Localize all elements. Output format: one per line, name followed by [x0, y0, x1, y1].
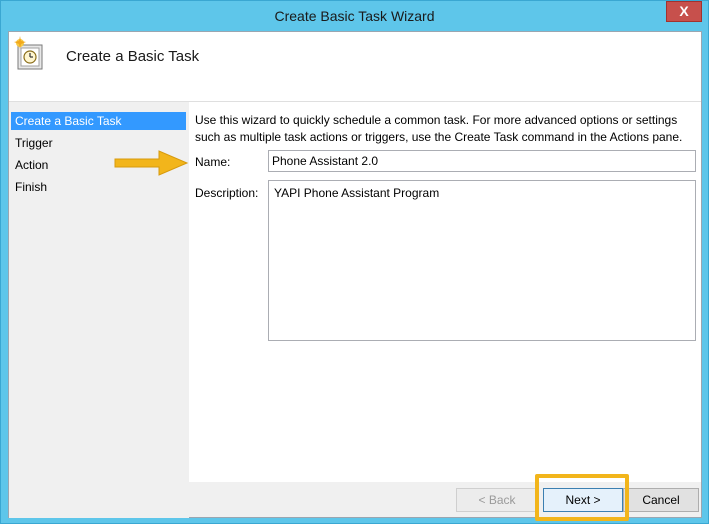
description-field[interactable]: YAPI Phone Assistant Program: [268, 180, 696, 341]
intro-line-1: Use this wizard to quickly schedule a co…: [195, 113, 678, 127]
description-label: Description:: [195, 186, 259, 200]
wizard-content: Use this wizard to quickly schedule a co…: [189, 102, 701, 482]
cancel-button[interactable]: Cancel: [623, 488, 699, 512]
wizard-client-area: Create a Basic Task Create a Basic Task …: [8, 31, 702, 518]
step-create-basic-task[interactable]: Create a Basic Task: [11, 112, 186, 130]
back-button[interactable]: < Back: [456, 488, 538, 512]
name-field[interactable]: [268, 150, 696, 172]
window-title: Create Basic Task Wizard: [274, 8, 435, 24]
wizard-header: Create a Basic Task: [9, 32, 701, 102]
intro-text: Use this wizard to quickly schedule a co…: [195, 112, 695, 146]
intro-line-2: such as multiple task actions or trigger…: [195, 130, 683, 144]
wizard-window: Create Basic Task Wizard X Create a Basi…: [0, 0, 709, 524]
clock-task-icon: [14, 36, 43, 70]
name-label: Name:: [195, 155, 231, 169]
step-finish[interactable]: Finish: [11, 178, 186, 196]
pointer-arrow-icon: [114, 150, 189, 176]
next-button-highlight: [535, 474, 629, 521]
page-title: Create a Basic Task: [66, 48, 200, 65]
close-button[interactable]: X: [666, 1, 702, 22]
